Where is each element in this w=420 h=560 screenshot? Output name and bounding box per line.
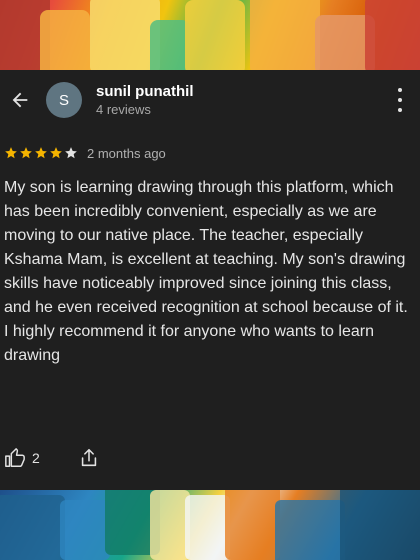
- share-button[interactable]: [78, 447, 100, 469]
- arrow-left-icon: [12, 92, 28, 108]
- star-filled-icon: [50, 147, 62, 159]
- like-button[interactable]: 2: [4, 447, 40, 469]
- review-header: S sunil punathil 4 reviews: [0, 70, 420, 130]
- more-options-button[interactable]: [392, 88, 408, 112]
- thumbs-up-icon: [5, 448, 25, 467]
- star-empty-icon: [65, 147, 77, 159]
- share-icon: [81, 448, 96, 467]
- background-painting-bottom: [0, 490, 420, 560]
- review-text: My son is learning drawing through this …: [4, 179, 408, 364]
- star-filled-icon: [5, 147, 17, 159]
- review-date: 2 months ago: [87, 145, 166, 161]
- reviewer-name[interactable]: sunil punathil: [96, 83, 194, 100]
- star-filled-icon: [35, 147, 47, 159]
- reviewer-review-count: 4 reviews: [96, 102, 151, 117]
- back-button[interactable]: [6, 86, 34, 114]
- review-card: S sunil punathil 4 reviews 2 months ago …: [0, 70, 420, 490]
- background-painting-top: [0, 0, 420, 70]
- more-vert-icon: [398, 88, 402, 92]
- avatar[interactable]: S: [46, 82, 82, 118]
- star-rating: [4, 146, 79, 160]
- review-actions: 2: [4, 446, 100, 470]
- star-filled-icon: [20, 147, 32, 159]
- like-count: 2: [32, 450, 40, 466]
- rating-row: 2 months ago: [4, 144, 166, 162]
